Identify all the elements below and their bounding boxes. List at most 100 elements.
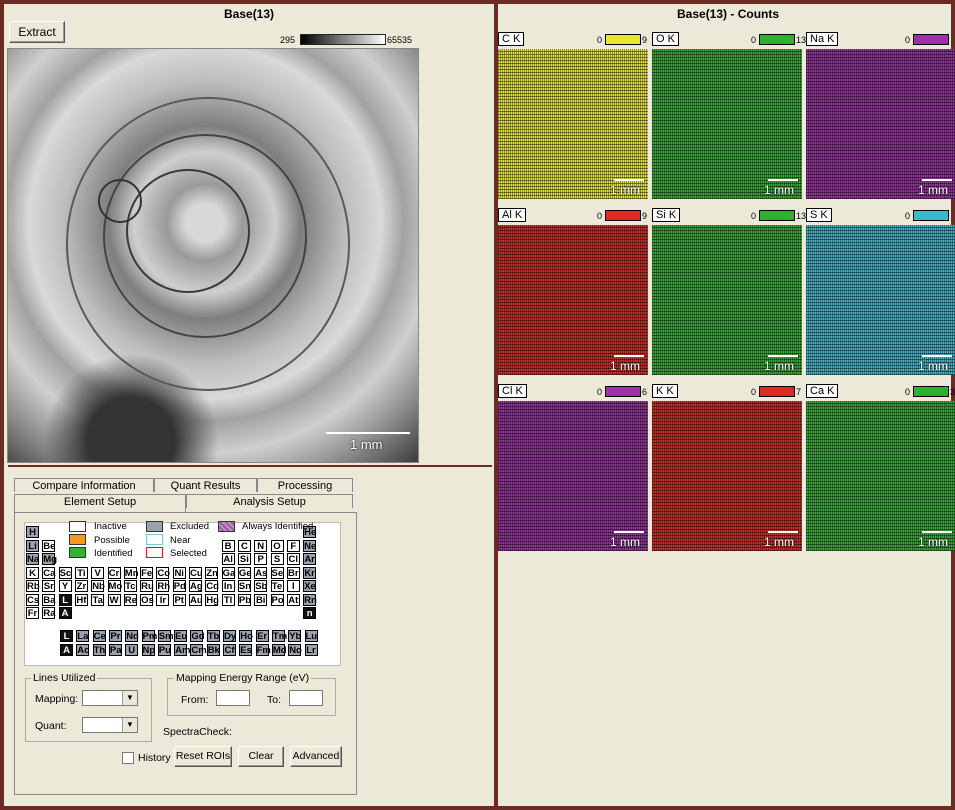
element-fm[interactable]: Fm [255, 644, 271, 656]
element-n[interactable]: n [303, 607, 317, 619]
element-kr[interactable]: Kr [303, 566, 317, 579]
element-map-c-k[interactable]: 1 mm [498, 49, 648, 199]
element-a[interactable]: A [58, 607, 72, 619]
element-au[interactable]: Au [189, 593, 203, 606]
element-mn[interactable]: Mn [123, 566, 139, 579]
element-gd[interactable]: Gd [190, 630, 205, 642]
element-ti[interactable]: Ti [74, 566, 88, 579]
element-bi[interactable]: Bi [254, 593, 268, 606]
element-cl[interactable]: Cl [286, 553, 300, 565]
element-in[interactable]: In [221, 580, 235, 592]
element-ag[interactable]: Ag [189, 580, 203, 592]
element-th[interactable]: Th [92, 644, 106, 656]
element-cf[interactable]: Cf [223, 644, 236, 656]
element-ho[interactable]: Ho [239, 630, 253, 642]
element-ba[interactable]: Ba [42, 593, 55, 606]
element-no[interactable]: No [288, 644, 302, 656]
element-es[interactable]: Es [239, 644, 253, 656]
element-fe[interactable]: Fe [140, 566, 154, 579]
element-er[interactable]: Er [255, 630, 269, 642]
element-yb[interactable]: Yb [288, 630, 301, 642]
element-o[interactable]: O [270, 539, 284, 552]
element-si[interactable]: Si [237, 553, 251, 565]
element-ca[interactable]: Ca [42, 566, 55, 579]
element-lu[interactable]: Lu [304, 630, 318, 642]
element-l[interactable]: L [58, 593, 72, 606]
element-eu[interactable]: Eu [174, 630, 187, 642]
element-te[interactable]: Te [270, 580, 284, 592]
element-tb[interactable]: Tb [206, 630, 220, 642]
element-tl[interactable]: Tl [221, 593, 235, 606]
extract-button[interactable]: Extract [9, 21, 65, 43]
element-cs[interactable]: Cs [26, 593, 39, 606]
element-map-s-k[interactable]: 1 mm [806, 225, 955, 375]
element-co[interactable]: Co [156, 566, 170, 579]
element-pr[interactable]: Pr [108, 630, 122, 642]
element-br[interactable]: Br [286, 566, 300, 579]
mapping-lines-select[interactable]: ▼ [82, 690, 138, 706]
element-h[interactable]: H [26, 526, 39, 538]
element-k[interactable]: K [26, 566, 39, 579]
element-hg[interactable]: Hg [205, 593, 219, 606]
element-np[interactable]: Np [141, 644, 155, 656]
tab-compare-information[interactable]: Compare Information [14, 478, 154, 492]
element-ac[interactable]: Ac [76, 644, 89, 656]
element-sn[interactable]: Sn [237, 580, 251, 592]
element-ru[interactable]: Ru [140, 580, 154, 592]
element-map-o-k[interactable]: 1 mm [652, 49, 802, 199]
element-ar[interactable]: Ar [303, 553, 317, 565]
element-mg[interactable]: Mg [42, 553, 57, 565]
tab-quant-results[interactable]: Quant Results [154, 478, 257, 492]
element-ga[interactable]: Ga [221, 566, 235, 579]
element-os[interactable]: Os [140, 593, 154, 606]
reset-rois-button[interactable]: Reset ROIs [174, 746, 232, 767]
chevron-down-icon[interactable]: ▼ [122, 718, 137, 732]
element-po[interactable]: Po [270, 593, 284, 606]
element-p[interactable]: P [254, 553, 268, 565]
element-hf[interactable]: Hf [74, 593, 88, 606]
element-tm[interactable]: Tm [271, 630, 287, 642]
element-u[interactable]: U [125, 644, 139, 656]
element-as[interactable]: As [254, 566, 267, 579]
element-ge[interactable]: Ge [237, 566, 252, 579]
element-nb[interactable]: Nb [91, 580, 105, 592]
element-bk[interactable]: Bk [206, 644, 220, 656]
element-rb[interactable]: Rb [26, 580, 40, 592]
element-rh[interactable]: Rh [156, 580, 170, 592]
tab-processing[interactable]: Processing [257, 478, 353, 492]
element-sc[interactable]: Sc [58, 566, 72, 579]
history-checkbox[interactable] [122, 752, 134, 764]
element-lr[interactable]: Lr [304, 644, 318, 656]
tab-element-setup[interactable]: Element Setup [14, 494, 186, 512]
element-map-al-k[interactable]: 1 mm [498, 225, 648, 375]
element-dy[interactable]: Dy [223, 630, 236, 642]
element-ne[interactable]: Ne [303, 539, 316, 552]
element-at[interactable]: At [286, 593, 300, 606]
element-al[interactable]: Al [221, 553, 235, 565]
element-w[interactable]: W [107, 593, 121, 606]
element-nd[interactable]: Nd [125, 630, 139, 642]
element-am[interactable]: Am [174, 644, 190, 656]
element-cd[interactable]: Cd [205, 580, 219, 592]
sem-image[interactable]: 1 mm [7, 48, 419, 463]
element-map-na-k[interactable]: 1 mm [806, 49, 955, 199]
element-xe[interactable]: Xe [303, 580, 317, 592]
element-se[interactable]: Se [270, 566, 284, 579]
element-re[interactable]: Re [123, 593, 137, 606]
energy-to-input[interactable] [289, 690, 323, 706]
energy-from-input[interactable] [216, 690, 250, 706]
element-cr[interactable]: Cr [107, 566, 121, 579]
element-be[interactable]: Be [42, 539, 55, 552]
element-map-cl-k[interactable]: 1 mm [498, 401, 648, 551]
element-b[interactable]: B [221, 539, 235, 552]
element-pd[interactable]: Pd [172, 580, 186, 592]
element-pa[interactable]: Pa [108, 644, 122, 656]
element-na[interactable]: Na [26, 553, 39, 565]
element-n[interactable]: N [254, 539, 268, 552]
element-la[interactable]: La [76, 630, 90, 642]
element-tc[interactable]: Tc [123, 580, 137, 592]
element-pb[interactable]: Pb [237, 593, 251, 606]
element-c[interactable]: C [237, 539, 251, 552]
element-map-si-k[interactable]: 1 mm [652, 225, 802, 375]
element-cm[interactable]: Cm [190, 644, 207, 656]
